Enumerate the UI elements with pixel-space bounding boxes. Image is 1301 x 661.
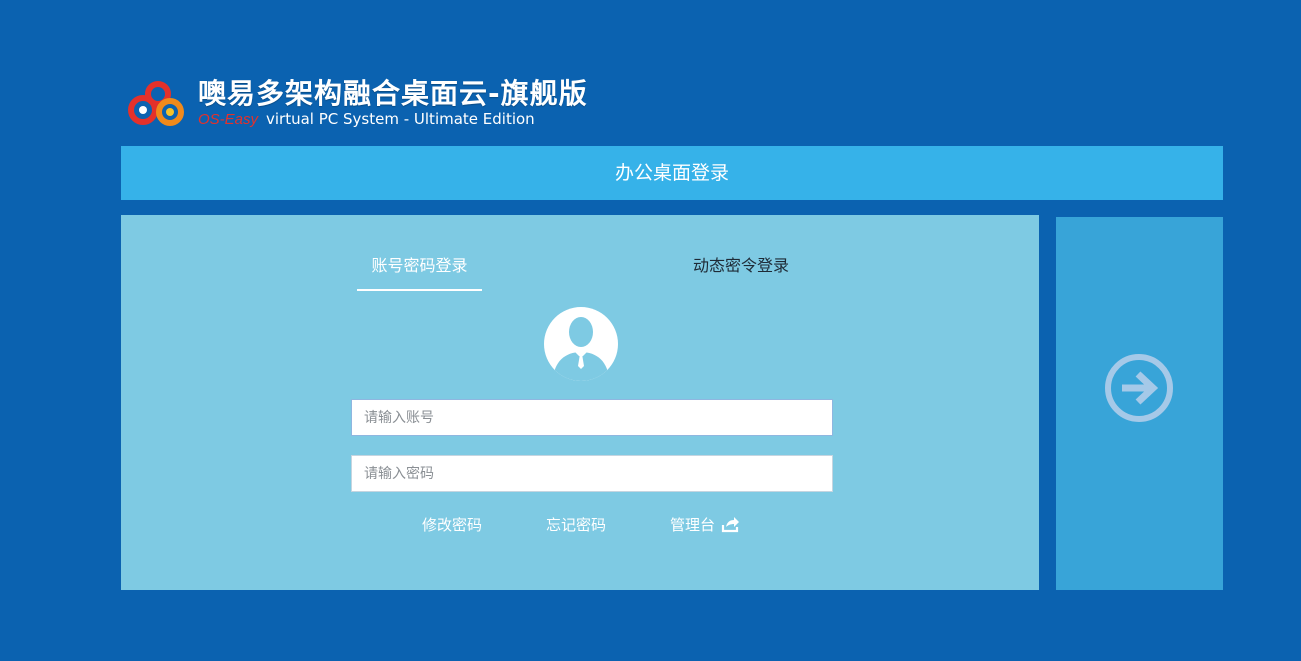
admin-console-label: 管理台: [670, 516, 716, 534]
login-panel: 账号密码登录 动态密令登录 修改密码 忘记密码 管理台: [121, 215, 1039, 590]
three-ring-logo-icon: [128, 81, 184, 126]
arrow-right-circle-icon: [1105, 354, 1173, 422]
banner-title: 办公桌面登录: [614, 162, 729, 184]
user-avatar-icon: [544, 307, 618, 381]
logo: 噢易多架构融合桌面云-旗舰版 OS-Easy virtual PC System …: [128, 76, 598, 132]
logo-title: 噢易多架构融合桌面云-旗舰版: [198, 77, 588, 110]
account-input[interactable]: [351, 399, 833, 436]
login-links: 修改密码 忘记密码 管理台: [121, 513, 1039, 537]
forgot-password-link[interactable]: 忘记密码: [546, 513, 606, 537]
login-banner: 办公桌面登录: [121, 146, 1223, 200]
logo-subtitle: virtual PC System - Ultimate Edition: [266, 110, 535, 128]
password-input[interactable]: [351, 455, 833, 492]
tab-account-password[interactable]: 账号密码登录: [357, 253, 482, 291]
admin-console-link[interactable]: 管理台: [670, 513, 740, 537]
logo-subtitle-line: OS-Easy virtual PC System - Ultimate Edit…: [198, 110, 535, 129]
logo-brand: OS-Easy: [198, 111, 259, 128]
share-icon: [721, 517, 740, 533]
change-password-link[interactable]: 修改密码: [422, 513, 482, 537]
login-submit-button[interactable]: [1056, 217, 1223, 590]
tab-dynamic-token[interactable]: 动态密令登录: [681, 253, 801, 279]
